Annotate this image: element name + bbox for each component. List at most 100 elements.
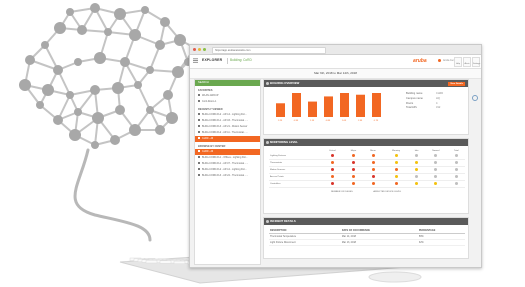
status-dot[interactable]: [454, 154, 458, 157]
stat-value: 1.0K: [341, 120, 347, 122]
status-dot[interactable]: [454, 161, 458, 164]
status-dot[interactable]: [371, 154, 375, 157]
level-cell: [363, 159, 383, 167]
refresh-icon[interactable]: [472, 95, 478, 101]
overview-bar[interactable]: [340, 93, 349, 117]
view-details-button[interactable]: View Details: [448, 81, 465, 86]
recent-title: RECENTLY VIEWED: [198, 108, 223, 111]
overview-bar[interactable]: [372, 93, 381, 117]
level-cell: [321, 159, 344, 167]
status-dot[interactable]: [330, 154, 334, 157]
building-overview-panel: BUILDING OVERVIEW View Details 1.2K 0.9K 1.…: [263, 79, 469, 135]
status-dot[interactable]: [351, 161, 355, 164]
level-cell: [363, 173, 383, 181]
status-dot[interactable]: [454, 168, 458, 171]
minimize-window-icon[interactable]: [198, 48, 201, 51]
level-cell: [363, 180, 383, 188]
row-label: Access Points: [269, 173, 321, 181]
status-dot[interactable]: [351, 175, 355, 178]
level-cell: [343, 159, 364, 167]
legend-device-level: AFFECTED DEVICE LEVEL: [373, 191, 402, 193]
status-dot[interactable]: [371, 182, 375, 185]
table-row[interactable]: Motion Sensors: [269, 166, 465, 174]
device-icon: [198, 119, 200, 122]
help-icon[interactable]: Help: [454, 57, 462, 67]
status-dot[interactable]: [415, 182, 419, 185]
status-dot[interactable]: [434, 154, 438, 157]
status-dot[interactable]: [394, 168, 398, 171]
status-dot[interactable]: [330, 182, 334, 185]
level-cell: [321, 166, 344, 174]
level-cell: [409, 166, 424, 174]
table-row[interactable]: Controllers: [269, 180, 465, 188]
monitoring-legend: NUMBER OF ISSUES AFFECTED DEVICE LEVEL: [264, 191, 468, 193]
table-row[interactable]: Access Points: [269, 173, 465, 181]
status-dot[interactable]: [371, 168, 375, 171]
overview-bar[interactable]: [308, 101, 317, 117]
date-range[interactable]: Mar 6th, 2018 to Mar 14th, 2018: [190, 69, 481, 79]
status-dot[interactable]: [434, 168, 438, 171]
sidebar-item-label: BLDG-CORD-FL3 - AP-22 - Thermostat - ...: [202, 174, 249, 177]
info-value: 312: [436, 106, 441, 110]
building-info: Building name CoRD Campus name HQ Floors 4 Tot…: [406, 92, 443, 111]
application-window: https://app.arubanetworks.com EXPLORER B…: [189, 44, 482, 268]
header-divider: [227, 58, 228, 64]
bell-icon[interactable]: Alerts: [463, 57, 471, 67]
breadcrumb[interactable]: Building: CoRD: [230, 58, 252, 62]
overview-bar[interactable]: [276, 103, 285, 117]
status-dot[interactable]: [415, 161, 419, 164]
sidebar-item-label: WLAN-GROUP: [202, 94, 219, 97]
sidebar-item[interactable]: CoRD - All: [195, 136, 260, 142]
maximize-window-icon[interactable]: [203, 48, 206, 51]
status-dot[interactable]: [415, 154, 419, 157]
gear-icon[interactable]: Settings: [472, 57, 480, 67]
status-dot[interactable]: [454, 175, 458, 178]
status-dot[interactable]: [394, 182, 398, 185]
panel-header: INCIDENT DETAILS: [264, 218, 468, 225]
level-cell: [409, 173, 424, 181]
status-dot[interactable]: [434, 182, 438, 185]
sidebar-item[interactable]: Conf-Room-1: [195, 99, 260, 105]
overview-bar[interactable]: [324, 96, 333, 117]
status-dot[interactable]: [394, 154, 398, 157]
incident-panel: INCIDENT DETAILS DESCRIPTION DATE OF OCC…: [263, 217, 469, 259]
table-row[interactable]: Thermostats: [269, 159, 465, 167]
sidebar-item-label: BLDG-CORD-FL2 - AP-11 - Thermostat - ...: [202, 131, 249, 134]
table-row[interactable]: Light Fixture Disconnect Mar 13, 2018 32%: [269, 239, 465, 246]
info-row: Total APs 312: [406, 106, 443, 111]
browser-chrome: https://app.arubanetworks.com: [190, 45, 481, 55]
status-dot[interactable]: [415, 168, 419, 171]
status-dot[interactable]: [330, 161, 334, 164]
device-icon: [198, 131, 200, 134]
monitoring-title: MONITORING LEVEL: [270, 140, 298, 144]
sidebar-item-label: BLDG-CORD-FL2 - AP-14 - Lighting Fixt...: [202, 113, 247, 116]
legend-issues: NUMBER OF ISSUES: [330, 191, 353, 193]
device-icon: [198, 94, 200, 97]
overview-bar[interactable]: [292, 93, 301, 117]
status-dot[interactable]: [434, 161, 438, 164]
address-bar[interactable]: https://app.arubanetworks.com: [212, 47, 326, 54]
device-icon: [198, 100, 200, 103]
status-dot[interactable]: [371, 175, 375, 178]
status-dot[interactable]: [371, 161, 375, 164]
status-dot[interactable]: [351, 154, 355, 157]
info-value: HQ: [436, 96, 440, 100]
status-dot[interactable]: [434, 175, 438, 178]
status-dot[interactable]: [454, 182, 458, 185]
status-dot[interactable]: [351, 182, 355, 185]
menu-icon[interactable]: [193, 58, 198, 63]
overview-bar[interactable]: [356, 94, 365, 117]
status-dot[interactable]: [351, 168, 355, 171]
level-cell: [382, 173, 410, 181]
status-dot[interactable]: [394, 161, 398, 164]
status-dot[interactable]: [330, 175, 334, 178]
close-window-icon[interactable]: [193, 48, 196, 51]
level-cell: [409, 180, 424, 188]
status-dot[interactable]: [330, 168, 334, 171]
sidebar-item[interactable]: BLDG-CORD-FL3 - AP-22 - Thermostat - ...: [195, 173, 260, 179]
monitoring-panel: MONITORING LEVEL Critical Major Minor Warni…: [263, 138, 469, 214]
stat-value: 1.3K: [357, 120, 363, 122]
status-dot[interactable]: [394, 175, 398, 178]
device-icon: [198, 125, 200, 128]
status-dot[interactable]: [415, 175, 419, 178]
